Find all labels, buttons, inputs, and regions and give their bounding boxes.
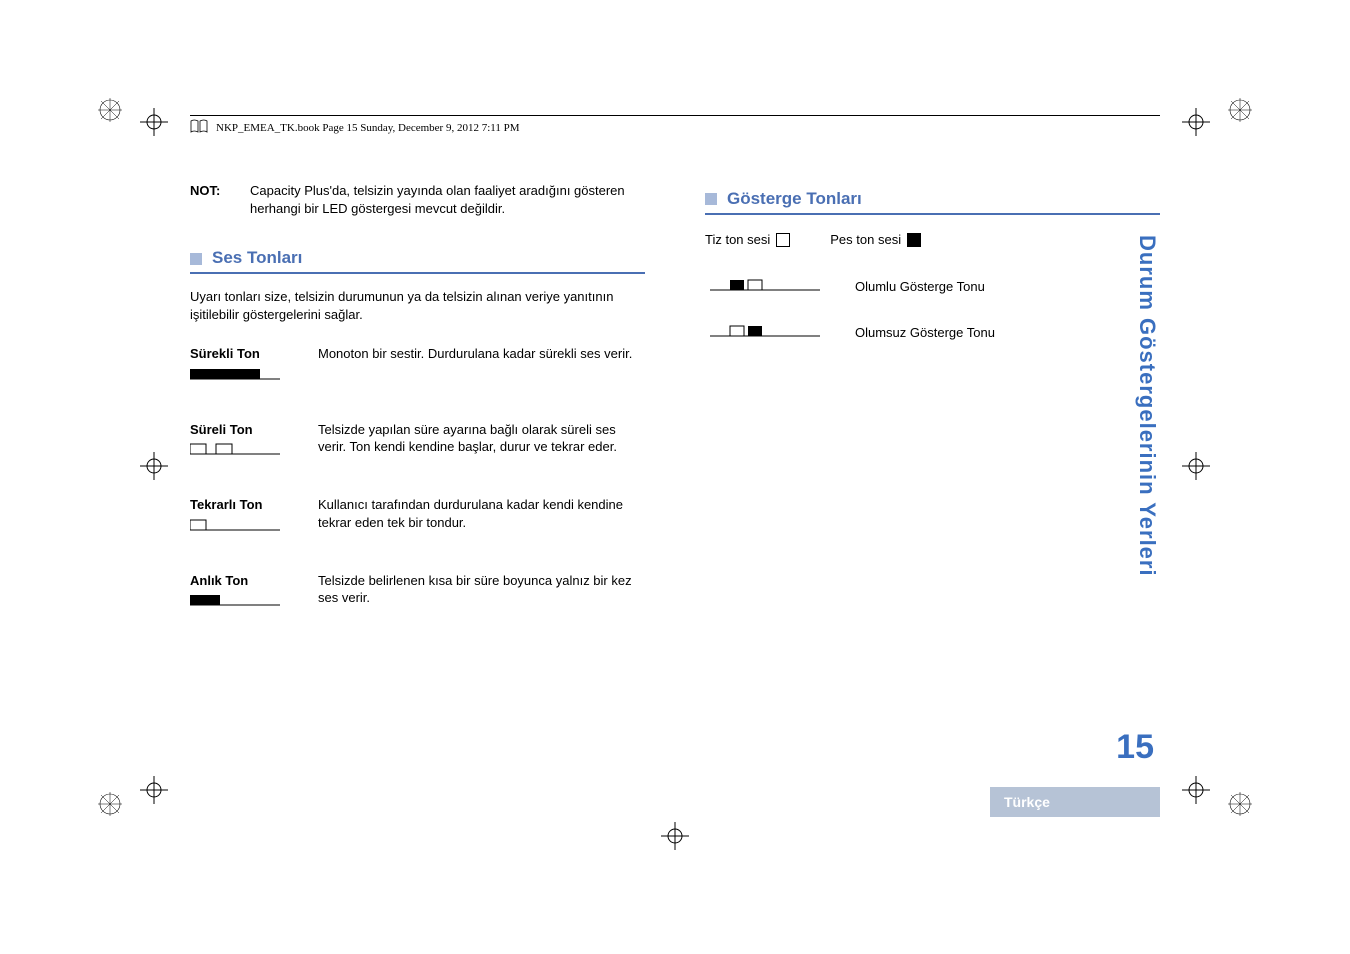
language-bar: Türkçe	[990, 787, 1160, 817]
tone-continuous: Sürekli Ton Monoton bir sestir. Durdurul…	[190, 345, 645, 385]
section-bullet-icon	[190, 253, 202, 265]
crosshair-icon	[1182, 108, 1210, 136]
tone-momentary-icon	[190, 593, 280, 611]
tone-name: Süreli Ton	[190, 421, 300, 439]
section-audio-intro: Uyarı tonları size, telsizin durumunun y…	[190, 288, 645, 323]
negative-indicator-icon	[710, 322, 820, 342]
print-corner-icon	[96, 790, 124, 818]
tone-repetitive-icon	[190, 518, 280, 536]
print-corner-icon	[1226, 790, 1254, 818]
left-column: NOT: Capacity Plus'da, telsizin yayında …	[190, 182, 645, 647]
crosshair-icon	[140, 108, 168, 136]
crosshair-icon	[140, 776, 168, 804]
tone-desc: Telsizde yapılan süre ayarına bağlı olar…	[318, 421, 645, 456]
crosshair-icon	[1182, 452, 1210, 480]
section-audio-title: Ses Tonları	[212, 247, 302, 270]
indicator-label: Olumsuz Gösterge Tonu	[855, 324, 995, 342]
section-indicator-heading: Gösterge Tonları	[705, 188, 1160, 211]
language-label: Türkçe	[1004, 794, 1050, 810]
section-audio-heading: Ses Tonları	[190, 247, 645, 270]
indicator-positive: Olumlu Gösterge Tonu	[705, 276, 1160, 296]
indicator-negative: Olumsuz Gösterge Tonu	[705, 322, 1160, 342]
tone-periodic: Süreli Ton Telsizde yapılan süre ayarına…	[190, 421, 645, 461]
crosshair-icon	[1182, 776, 1210, 804]
right-column: Gösterge Tonları Tiz ton sesi Pes ton se…	[705, 182, 1160, 647]
tone-desc: Kullanıcı tarafından durdurulana kadar k…	[318, 496, 645, 531]
note-block: NOT: Capacity Plus'da, telsizin yayında …	[190, 182, 645, 217]
legend-low-icon	[907, 233, 921, 247]
side-tab: Durum Göstergelerinin Yerleri	[1134, 235, 1160, 577]
section-rule	[190, 272, 645, 274]
book-icon	[190, 119, 208, 136]
tone-legend: Tiz ton sesi Pes ton sesi	[705, 231, 1160, 249]
crosshair-icon	[140, 452, 168, 480]
section-rule	[705, 213, 1160, 215]
tone-name: Sürekli Ton	[190, 345, 300, 363]
tone-desc: Telsizde belirlenen kısa bir süre boyunc…	[318, 572, 645, 607]
tone-desc: Monoton bir sestir. Durdurulana kadar sü…	[318, 345, 645, 363]
tone-periodic-icon	[190, 442, 280, 460]
section-indicator-title: Gösterge Tonları	[727, 188, 862, 211]
print-corner-icon	[1226, 96, 1254, 124]
tone-name: Anlık Ton	[190, 572, 300, 590]
running-header-text: NKP_EMEA_TK.book Page 15 Sunday, Decembe…	[216, 122, 520, 134]
tone-continuous-icon	[190, 367, 280, 385]
legend-high-label: Tiz ton sesi	[705, 231, 770, 249]
positive-indicator-icon	[710, 276, 820, 296]
tone-momentary: Anlık Ton Telsizde belirlenen kısa bir s…	[190, 572, 645, 612]
legend-high-icon	[776, 233, 790, 247]
tone-repetitive: Tekrarlı Ton Kullanıcı tarafından durdur…	[190, 496, 645, 536]
note-label: NOT:	[190, 182, 234, 217]
note-text: Capacity Plus'da, telsizin yayında olan …	[250, 182, 645, 217]
page-number: 15	[1116, 728, 1154, 767]
running-header: NKP_EMEA_TK.book Page 15 Sunday, Decembe…	[190, 115, 1160, 136]
print-corner-icon	[96, 96, 124, 124]
tone-name: Tekrarlı Ton	[190, 496, 300, 514]
legend-low-label: Pes ton sesi	[830, 231, 901, 249]
section-bullet-icon	[705, 193, 717, 205]
indicator-label: Olumlu Gösterge Tonu	[855, 278, 985, 296]
